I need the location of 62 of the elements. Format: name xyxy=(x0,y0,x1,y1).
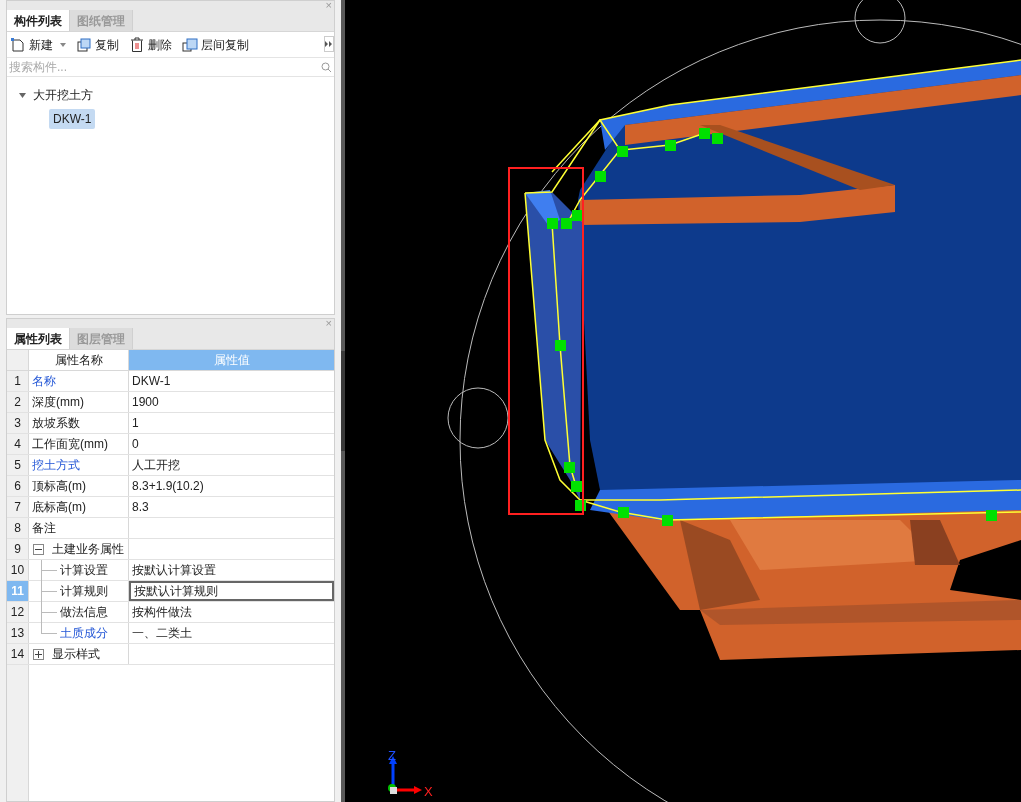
copy-icon xyxy=(182,36,198,53)
toolbar-button[interactable]: 层间复制 xyxy=(182,35,249,54)
property-value: 0 xyxy=(132,436,139,453)
panel-tab[interactable]: 构件列表 xyxy=(7,10,70,31)
toolbar-button[interactable]: 新建 xyxy=(10,35,66,54)
row-number: 2 xyxy=(7,392,29,412)
property-value: 8.3 xyxy=(132,499,149,516)
property-name: 放坡系数 xyxy=(32,415,80,432)
search-icon xyxy=(321,61,332,73)
property-name[interactable]: 土质成分 xyxy=(60,624,108,642)
property-value: 1 xyxy=(132,415,139,432)
property-value: 1900 xyxy=(132,394,159,411)
row-number: 1 xyxy=(7,371,29,391)
toolbar-button[interactable]: 删除 xyxy=(129,35,172,54)
expand-toggle-icon[interactable] xyxy=(33,543,44,555)
search-field[interactable]: 搜索构件... xyxy=(9,58,321,76)
expand-toggle-icon[interactable] xyxy=(33,648,44,660)
property-name: 顶标高(m) xyxy=(32,478,86,495)
property-name[interactable]: 挖土方式 xyxy=(32,456,80,474)
property-name: 工作面宽(mm) xyxy=(32,436,108,453)
property-name[interactable]: 名称 xyxy=(32,372,56,390)
axis-label: Z xyxy=(388,748,396,763)
property-name: 做法信息 xyxy=(60,604,108,621)
caret-icon xyxy=(60,42,66,47)
row-number: 5 xyxy=(7,455,29,475)
row-number: 11 xyxy=(7,581,29,601)
axis-label: X xyxy=(424,784,433,799)
row-number: 7 xyxy=(7,497,29,517)
column-header: 属性值 xyxy=(129,350,334,370)
property-name: 备注 xyxy=(32,520,56,537)
property-value: 按构件做法 xyxy=(132,604,192,621)
property-value: 8.3+1.9(10.2) xyxy=(132,478,204,495)
row-number: 6 xyxy=(7,476,29,496)
property-value: 人工开挖 xyxy=(132,457,180,474)
row-number: 3 xyxy=(7,413,29,433)
expand-toggle-icon[interactable] xyxy=(19,92,29,98)
toolbar-button[interactable]: 复制 xyxy=(76,35,119,54)
tree-item[interactable]: DKW-1 xyxy=(49,109,96,129)
row-number: 8 xyxy=(7,518,29,538)
property-name: 底标高(m) xyxy=(32,499,86,516)
property-value: DKW-1 xyxy=(132,373,171,390)
row-number: 10 xyxy=(7,560,29,580)
trash-icon xyxy=(129,36,145,53)
double-arrow-icon xyxy=(325,41,333,47)
property-value: 按默认计算设置 xyxy=(132,562,216,579)
row-number: 4 xyxy=(7,434,29,454)
property-name: 显示样式 xyxy=(52,646,100,663)
row-number: 13 xyxy=(7,623,29,643)
property-name: 计算设置 xyxy=(60,562,108,579)
row-number: 14 xyxy=(7,644,29,664)
property-name: 深度(mm) xyxy=(32,394,84,411)
copy-icon xyxy=(76,36,92,53)
more-button[interactable] xyxy=(324,36,334,52)
property-name: 计算规则 xyxy=(60,583,108,600)
property-name: 土建业务属性 xyxy=(52,541,124,558)
vertex-handles-drawing[interactable] xyxy=(547,128,997,526)
new-document-icon xyxy=(10,36,26,53)
tree-item[interactable]: 大开挖土方 xyxy=(29,85,97,105)
row-number: 9 xyxy=(7,539,29,559)
panel-tab[interactable]: 属性列表 xyxy=(7,328,70,349)
row-number: 12 xyxy=(7,602,29,622)
property-value: 一、二类土 xyxy=(132,625,192,642)
